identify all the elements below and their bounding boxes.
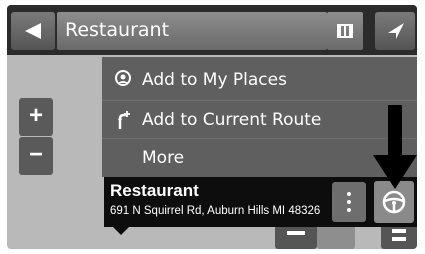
menu-item-more[interactable]: More bbox=[102, 138, 417, 176]
back-arrow-icon bbox=[25, 23, 41, 39]
route-add-icon bbox=[114, 110, 132, 135]
menu-item-label: More bbox=[142, 148, 185, 168]
context-menu: Add to My Places Add to Current Route Mo… bbox=[102, 57, 417, 177]
back-button[interactable] bbox=[11, 12, 55, 50]
panel-pointer bbox=[113, 227, 129, 235]
menu-item-add-to-current-route[interactable]: Add to Current Route bbox=[102, 100, 417, 138]
navigation-screen: Restaurant + − Add to My Places Add to C… bbox=[7, 5, 417, 249]
more-vertical-icon bbox=[347, 208, 351, 212]
place-address: 691 N Squirrel Rd, Auburn Hills MI 48326 bbox=[110, 205, 321, 217]
navigation-arrow-icon bbox=[388, 23, 404, 39]
search-title-field[interactable]: Restaurant bbox=[57, 12, 327, 50]
more-vertical-icon bbox=[347, 200, 351, 204]
menu-item-label: Add to My Places bbox=[142, 70, 287, 90]
navigation-arrow-button[interactable] bbox=[375, 12, 415, 50]
list-icon bbox=[392, 229, 406, 241]
annotation-arrow-icon bbox=[373, 105, 417, 189]
more-vertical-icon bbox=[347, 192, 351, 196]
map-button[interactable] bbox=[327, 12, 363, 50]
place-info-panel[interactable]: Restaurant 691 N Squirrel Rd, Auburn Hil… bbox=[104, 177, 417, 227]
place-name: Restaurant bbox=[110, 181, 199, 200]
place-pin-icon bbox=[114, 70, 132, 93]
menu-item-add-to-my-places[interactable]: Add to My Places bbox=[102, 61, 417, 99]
top-bar: Restaurant bbox=[7, 5, 417, 55]
zoom-out-button[interactable]: − bbox=[19, 137, 53, 175]
zoom-in-button[interactable]: + bbox=[19, 98, 53, 136]
steering-wheel-icon bbox=[382, 190, 406, 214]
page-title: Restaurant bbox=[65, 19, 170, 41]
map-icon bbox=[337, 24, 353, 38]
more-options-button[interactable] bbox=[332, 182, 366, 222]
menu-item-label: Add to Current Route bbox=[142, 110, 322, 130]
minus-icon bbox=[287, 231, 305, 235]
